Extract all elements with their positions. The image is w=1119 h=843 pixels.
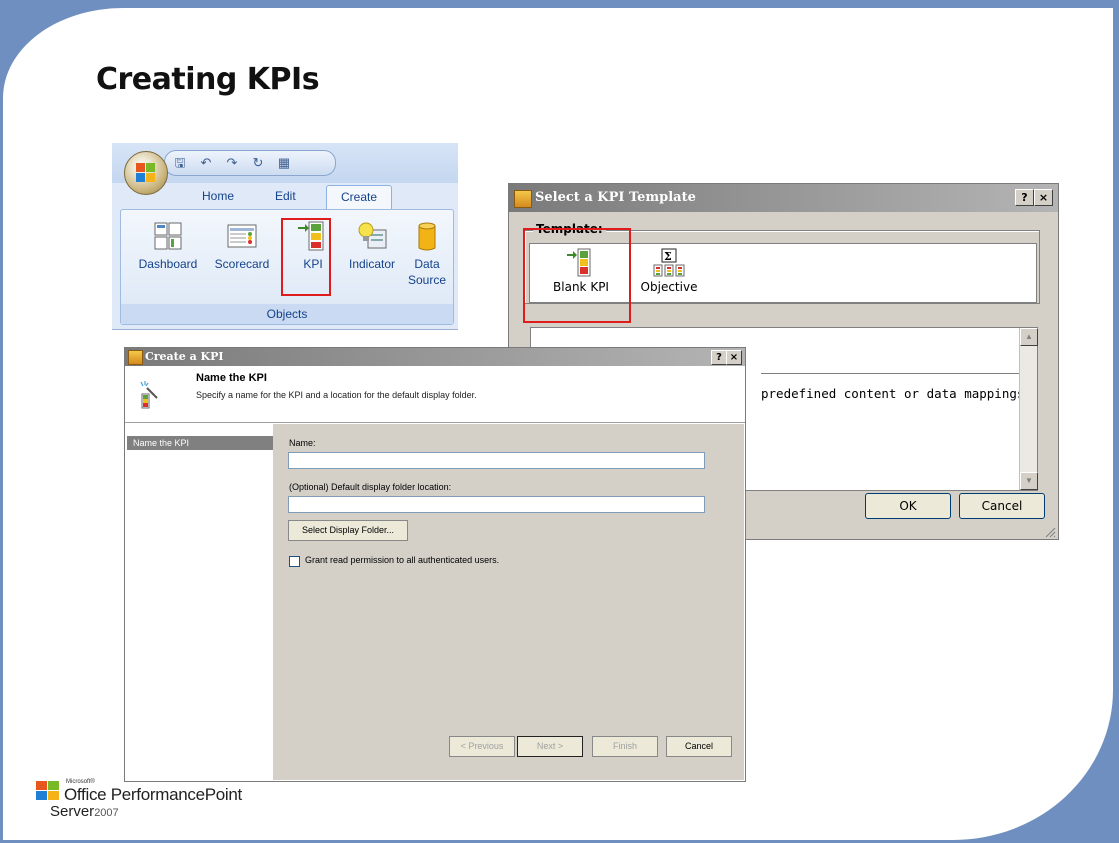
folder-location-label: (Optional) Default display folder locati…: [289, 482, 452, 492]
dialog-title: Create a KPI: [145, 350, 224, 363]
wizard-step-description: Specify a name for the KPI and a locatio…: [196, 390, 477, 400]
data-source-icon: [411, 220, 443, 252]
publish-icon[interactable]: ▦: [276, 155, 292, 171]
scroll-up-icon[interactable]: ▲: [1020, 328, 1038, 346]
resize-grip-icon[interactable]: [1044, 525, 1056, 538]
help-button[interactable]: ?: [1015, 189, 1034, 206]
ok-button[interactable]: OK: [865, 493, 951, 519]
wizard-kpi-icon: [139, 380, 161, 410]
redo-icon[interactable]: ↷: [224, 155, 240, 171]
next-button[interactable]: Next >: [517, 736, 583, 757]
close-button[interactable]: ×: [726, 350, 742, 365]
logo-product: Office PerformancePoint: [64, 785, 242, 804]
tab-edit[interactable]: Edit: [275, 189, 296, 203]
data-source-button[interactable]: Data Source: [405, 220, 449, 288]
logo-server: Server2007: [50, 803, 119, 820]
cancel-button[interactable]: Cancel: [666, 736, 732, 757]
scorecard-icon: [226, 220, 258, 252]
save-icon[interactable]: 🖫: [172, 155, 188, 171]
description-divider: [761, 373, 1019, 374]
help-button[interactable]: ?: [711, 350, 727, 365]
dialog-title: Select a KPI Template: [535, 190, 696, 205]
close-button[interactable]: ×: [1034, 189, 1053, 206]
ribbon-tabs: Home Edit Create: [112, 183, 458, 209]
dialog-titlebar: Create a KPI ? ×: [125, 348, 745, 366]
cancel-button[interactable]: Cancel: [959, 493, 1045, 519]
office-logo-icon: [36, 781, 62, 803]
scorecard-button[interactable]: Scorecard: [209, 220, 275, 272]
indicator-button[interactable]: Indicator: [343, 220, 401, 272]
slide-title: Creating KPIs: [96, 62, 320, 97]
tab-home[interactable]: Home: [202, 189, 234, 203]
create-kpi-dialog: Create a KPI ? × Name the KPI Specify a …: [124, 347, 746, 782]
scorecard-label: Scorecard: [214, 257, 270, 271]
logo-server-text: Server: [50, 803, 95, 820]
ribbon: 🖫 ↶ ↷ ↻ ▦ Home Edit Create Dashboard Scoreca…: [112, 143, 458, 330]
app-icon: [514, 190, 532, 208]
folder-location-input[interactable]: [288, 496, 705, 513]
description-text: predefined content or data mappings.: [761, 386, 1032, 401]
previous-button[interactable]: < Previous: [449, 736, 515, 757]
indicator-label: Indicator: [348, 257, 396, 271]
objective-icon: Σ: [634, 248, 704, 278]
template-objective-label: Objective: [640, 280, 698, 294]
indicator-icon: [356, 220, 388, 252]
dashboard-button[interactable]: Dashboard: [135, 220, 201, 272]
select-display-folder-button[interactable]: Select Display Folder...: [288, 520, 408, 541]
dashboard-label: Dashboard: [138, 257, 198, 271]
logo-year: 2007: [94, 807, 119, 819]
name-label: Name:: [289, 438, 316, 448]
svg-text:Σ: Σ: [664, 250, 672, 263]
description-scrollbar[interactable]: ▲ ▼: [1019, 328, 1038, 490]
header-divider: [125, 422, 745, 423]
app-icon: [128, 350, 143, 365]
kpi-highlight-box: [281, 218, 331, 296]
quick-access-toolbar: 🖫 ↶ ↷ ↻ ▦: [164, 150, 336, 176]
template-objective[interactable]: Σ Objective: [634, 248, 704, 294]
wizard-step-title: Name the KPI: [196, 372, 267, 384]
undo-icon[interactable]: ↶: [198, 155, 214, 171]
refresh-icon[interactable]: ↻: [250, 155, 266, 171]
blank-kpi-highlight-box: [523, 228, 631, 323]
nav-item-name-the-kpi[interactable]: Name the KPI: [127, 436, 273, 450]
finish-button[interactable]: Finish: [592, 736, 658, 757]
name-input[interactable]: [288, 452, 705, 469]
data-source-label: Data Source: [407, 257, 447, 287]
grant-read-checkbox[interactable]: [289, 556, 300, 567]
group-label: Objects: [121, 304, 453, 324]
office-logo-icon: [136, 163, 156, 183]
wizard-content: Name: (Optional) Default display folder …: [273, 424, 744, 780]
grant-read-label: Grant read permission to all authenticat…: [305, 555, 500, 565]
dialog-titlebar: Select a KPI Template ? ×: [509, 184, 1058, 212]
dashboard-icon: [152, 220, 184, 252]
tab-create[interactable]: Create: [326, 185, 393, 209]
scroll-down-icon[interactable]: ▼: [1020, 472, 1038, 490]
